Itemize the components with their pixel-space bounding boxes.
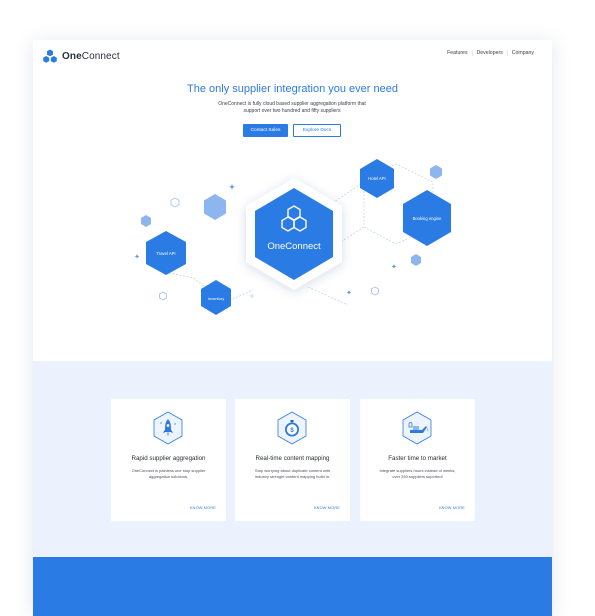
feature-card: Rapid supplier aggregation OneConnect is… [111, 399, 226, 521]
travel-api-label: Travel API [156, 251, 175, 256]
feature-title: Real-time content mapping [255, 455, 330, 462]
know-more-link[interactable]: KNOW MORE [439, 506, 465, 510]
features-section: Rapid supplier aggregation OneConnect is… [33, 361, 552, 557]
decor-outline-hex [371, 286, 379, 296]
explore-docs-button[interactable]: Explore Docs [293, 124, 341, 137]
hero-subtitle: OneConnect is fully cloud based supplier… [192, 101, 392, 115]
decor-hex [411, 254, 421, 266]
feature-description: OneConnect is painless one stop supplier… [117, 468, 220, 479]
top-nav: OneConnect Features Developers Company [33, 40, 552, 70]
sparkle-icon [346, 290, 352, 295]
decor-hex [204, 194, 226, 220]
feature-card: $ Real-time content mapping Stop worryin… [235, 399, 350, 521]
feature-title: Rapid supplier aggregation [131, 455, 206, 462]
feature-description-line: Integrate suppliers hours instead of wee… [379, 468, 456, 473]
inventory-label: Inventory [208, 296, 224, 301]
feature-description-line: industry strenght content mapping build … [254, 473, 331, 479]
oil-can-icon [402, 411, 432, 445]
nav-item-features[interactable]: Features [443, 50, 471, 56]
feature-description: Stop worrying about duplicate content wi… [241, 468, 344, 479]
hero-subtitle-line: OneConnect is fully cloud based supplier… [218, 101, 366, 107]
feature-card: Faster time to market Integrate supplier… [360, 399, 475, 521]
hero-title: The only supplier integration you ever n… [187, 83, 398, 95]
logo-hexagons-icon [43, 49, 57, 63]
feature-description-line: Stop worrying about duplicate content wi… [254, 468, 331, 473]
hero-subtitle-line: support over two hundred and fifty suppl… [243, 108, 341, 114]
footer-band [33, 557, 552, 616]
stopwatch-icon: $ [277, 411, 307, 445]
booking-engine-label: Booking engine [413, 216, 443, 221]
decor-hex [430, 165, 442, 179]
center-label: OneConnect [267, 241, 321, 252]
sparkle-icon [134, 254, 140, 259]
feature-description-line: aggregation solutions. [148, 473, 189, 479]
integration-diagram: OneConnect Hotel API Booking engine Trav… [134, 159, 451, 315]
brand-name: OneConnect [62, 50, 120, 62]
nav-item-company[interactable]: Company [506, 50, 538, 56]
feature-title: Faster time to market [388, 455, 447, 462]
nav-links: Features Developers Company [443, 50, 538, 56]
feature-description-line: OneConnect is painless one stop supplier [131, 468, 206, 473]
sparkle-icon [229, 184, 235, 190]
feature-description-line: over 250 suppliers suported! [392, 473, 443, 479]
sparkle-icon [391, 264, 397, 269]
know-more-link[interactable]: KNOW MORE [190, 506, 216, 510]
know-more-link[interactable]: KNOW MORE [314, 506, 340, 510]
decor-hex [141, 215, 151, 227]
nav-item-developers[interactable]: Developers [471, 50, 507, 56]
rocket-icon [153, 411, 183, 445]
brand-logo[interactable]: OneConnect [42, 48, 120, 64]
landing-page: OneConnect Features Developers Company T… [33, 40, 552, 616]
decor-outline-hex [170, 197, 180, 208]
feature-description: Integrate suppliers hours instead of wee… [366, 468, 469, 479]
hotel-api-label: Hotel API [368, 176, 385, 181]
decor-dot [250, 294, 254, 298]
decor-outline-hex [159, 291, 167, 301]
contact-sales-button[interactable]: Contact Sales [243, 124, 288, 137]
